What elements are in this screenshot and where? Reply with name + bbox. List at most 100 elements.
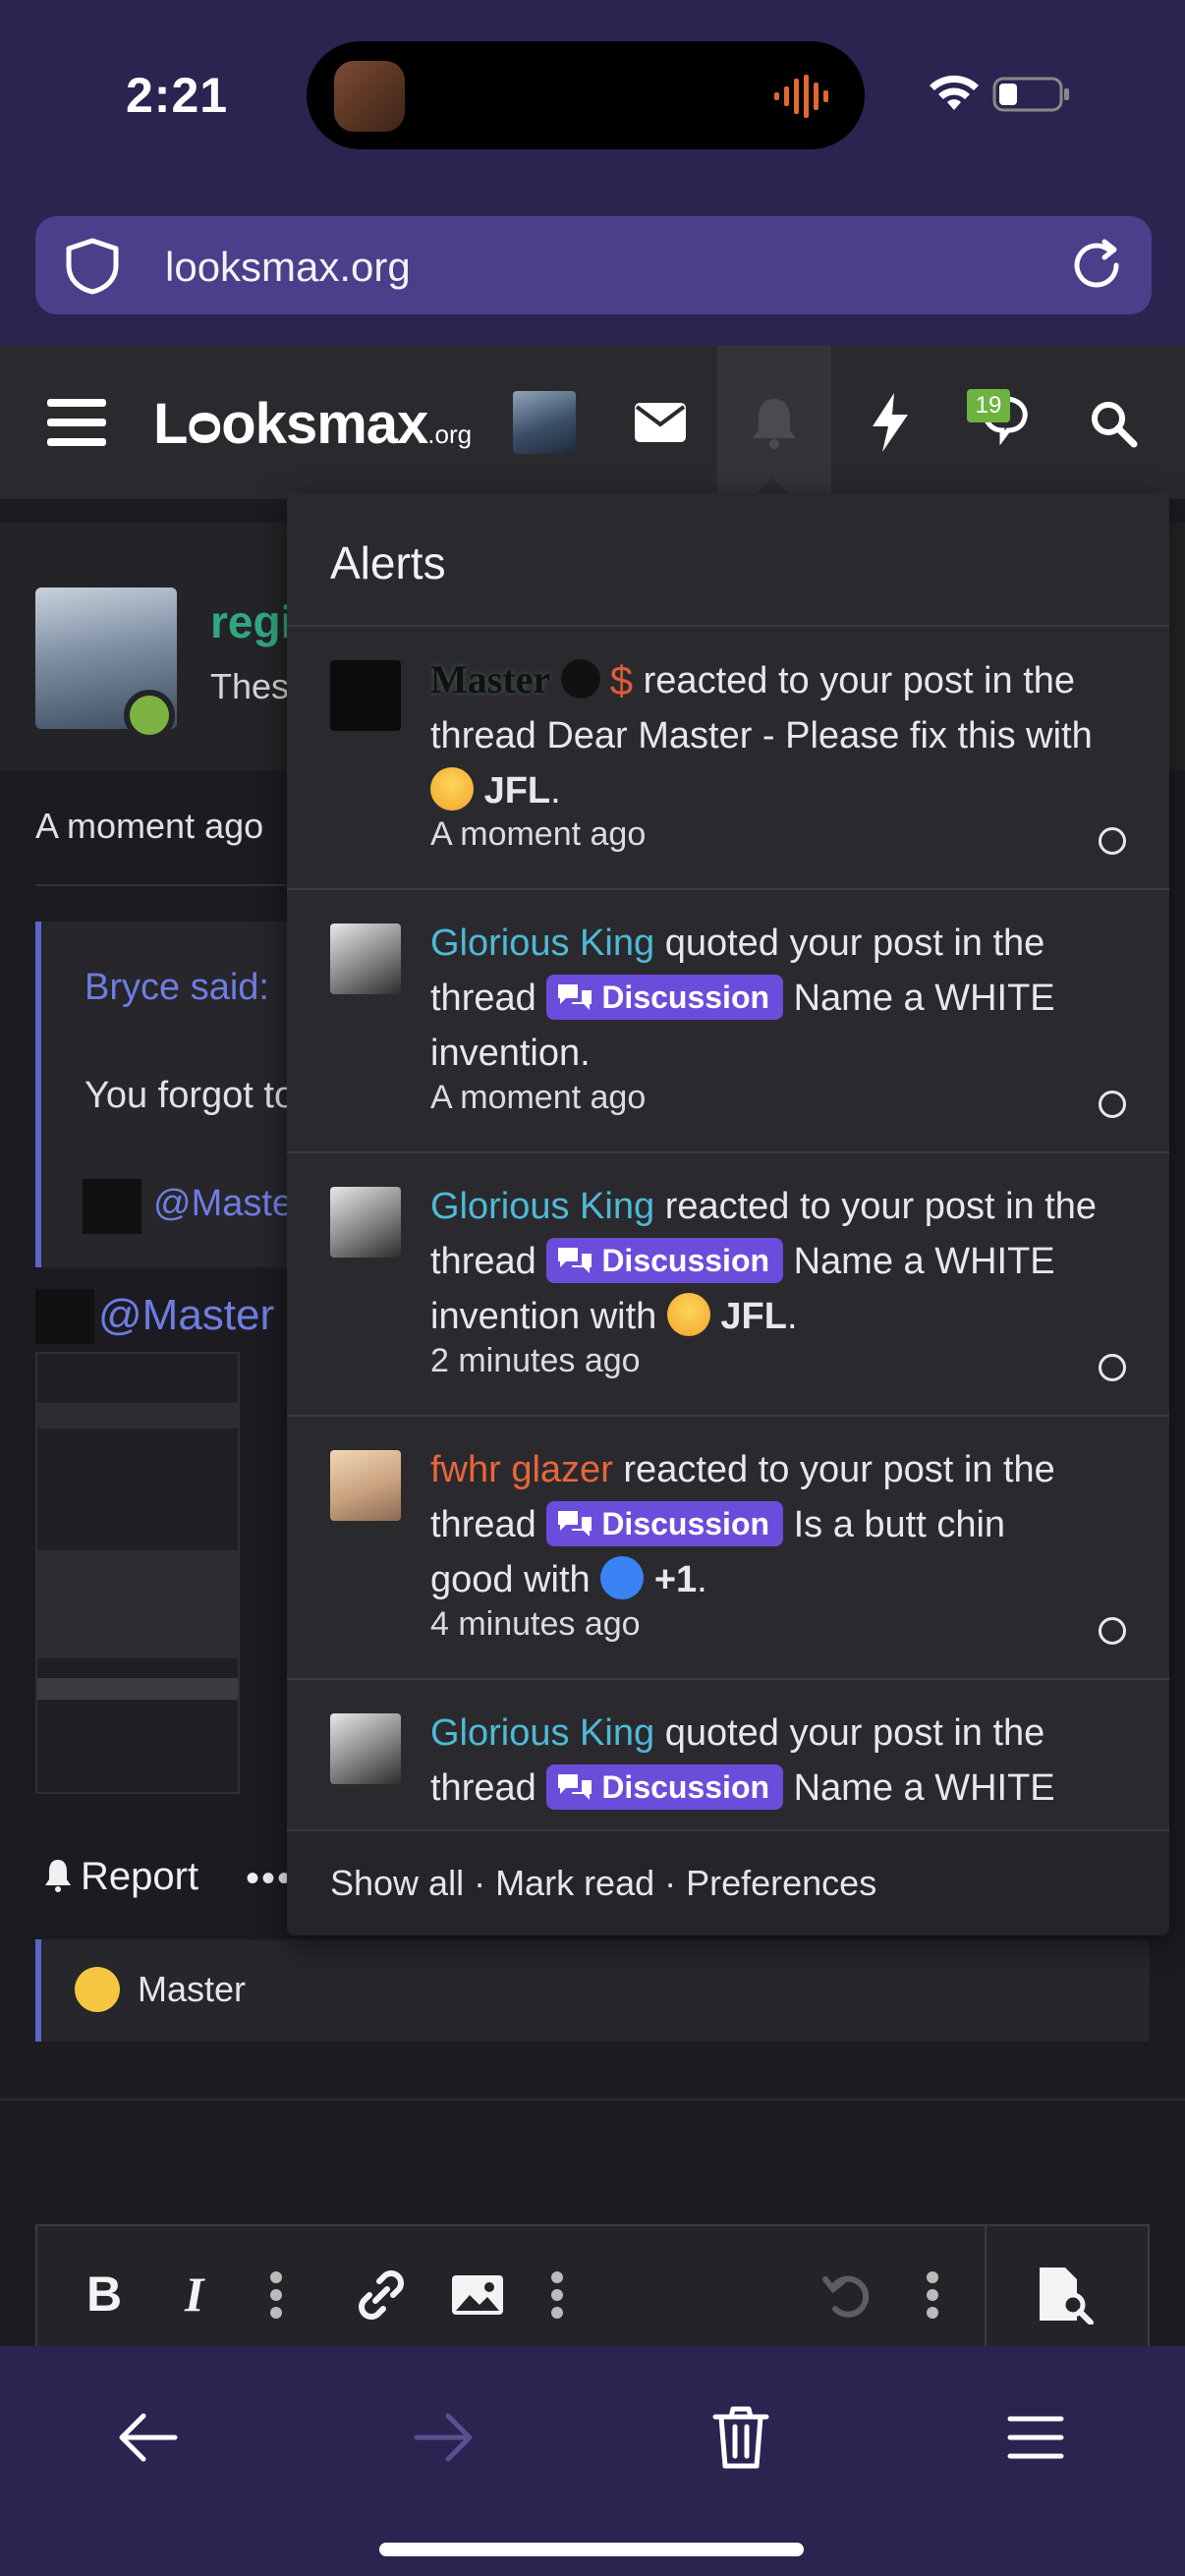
address-bar[interactable]: looksmax.org [35,216,1152,314]
mark-read-toggle[interactable] [1099,1091,1126,1118]
logo-text: Lᴑoksmax [153,392,428,456]
site-logo[interactable]: Lᴑoksmax.org [153,391,472,457]
mail-icon[interactable] [635,401,686,444]
forward-icon[interactable] [413,2411,474,2464]
alerts-footer-links[interactable]: Show all · Mark read · Preferences [330,1863,876,1904]
alert-text: fwhr glazer reacted to your post in the … [430,1449,1055,1600]
image-icon[interactable] [450,2266,505,2324]
online-indicator [124,690,175,741]
alert-time: 4 minutes ago [430,1605,641,1643]
battery-icon [992,77,1069,112]
more-options-button[interactable]: ••• [246,1857,293,1901]
alerts-footer: Show all · Mark read · Preferences [287,1829,1169,1935]
alert-text: Glorious King quoted your post in the th… [430,1706,1099,1816]
search-icon[interactable] [1089,399,1138,448]
report-button[interactable]: Report [43,1855,198,1899]
alert-reaction: JFL [483,770,551,812]
screenshot-editor [37,1550,238,1658]
url-text[interactable]: looksmax.org [165,244,411,291]
post-time[interactable]: A moment ago [35,806,263,847]
alert-item[interactable]: Master $ reacted to your post in the thr… [287,627,1169,890]
toolbar-separator [985,2226,987,2364]
alert-avatar[interactable] [330,1450,401,1521]
alert-text: Glorious King quoted your post in the th… [430,916,1099,1081]
browser-bottom-bar [0,2346,1185,2576]
reactions-bar[interactable]: Master [35,1939,1150,2042]
trash-icon[interactable] [711,2405,770,2470]
site-header: Lᴑoksmax.org 19 [0,346,1185,499]
bolt-icon[interactable] [869,393,912,452]
post-mention[interactable]: @Master [98,1291,274,1340]
alert-user[interactable]: Master [430,657,550,701]
chat-bubbles-icon [558,1511,592,1537]
chat-bubbles-icon [558,1774,592,1800]
chat-bubbles-icon [558,1248,592,1273]
tag-label: Discussion [601,1506,770,1541]
divider [0,2099,1185,2100]
quote-author[interactable]: Bryce said: [85,967,269,1009]
bell-icon [45,1860,71,1892]
preview-icon[interactable] [1036,2266,1095,2324]
chat-bubbles-icon [558,984,592,1010]
reaction-user[interactable]: Master [138,1969,246,2010]
alert-thread[interactable]: Dear Master - Please fix this [546,715,1015,756]
link-icon[interactable] [354,2266,409,2324]
alert-user[interactable]: Glorious King [430,923,654,964]
alert-avatar[interactable] [330,1187,401,1258]
alert-avatar[interactable] [330,1713,401,1784]
menu-icon[interactable] [1006,2413,1065,2462]
tag-label: Discussion [601,1769,770,1805]
account-avatar[interactable] [513,391,576,454]
alert-user[interactable]: Glorious King [430,1712,654,1754]
post-subtitle: Thes [210,666,290,706]
tag-label: Discussion [601,1243,770,1278]
quote-text: You forgot to [85,1075,296,1116]
discussion-tag: Discussion [546,1764,784,1810]
more-vert-icon[interactable] [550,2266,564,2324]
alert-item[interactable]: Glorious King quoted your post in the th… [287,890,1169,1153]
thumbs-up-icon [600,1556,645,1599]
alerts-title: Alerts [330,537,446,588]
shield-icon[interactable] [65,238,120,295]
audio-wave-icon [774,75,828,118]
alert-text: Glorious King reacted to your post in th… [430,1186,1098,1337]
alert-reaction: +1 [653,1559,698,1600]
more-vert-icon[interactable] [926,2266,939,2324]
undo-icon[interactable] [821,2266,873,2324]
home-indicator[interactable] [379,2543,804,2556]
alert-avatar[interactable] [330,660,401,731]
back-icon[interactable] [118,2411,179,2464]
more-vert-icon[interactable] [269,2266,283,2324]
mention-avatar [83,1179,141,1234]
hamburger-icon[interactable] [47,397,106,448]
alert-thread[interactable]: Name a WHITE [794,1767,1055,1809]
mark-read-toggle[interactable] [1099,1354,1126,1381]
laugh-emoji-icon [430,767,474,811]
attached-screenshot[interactable] [35,1352,240,1794]
alert-item[interactable]: fwhr glazer reacted to your post in the … [287,1417,1169,1680]
reload-icon[interactable] [1067,236,1126,295]
post-username[interactable]: regi [210,595,293,648]
alert-time: 2 minutes ago [430,1342,641,1379]
alerts-toggle[interactable] [717,346,831,499]
chat-badge: 19 [967,389,1010,422]
italic-button[interactable]: I [185,2266,203,2324]
screenshot-header [37,1403,238,1428]
report-label: Report [81,1855,199,1898]
alert-with: with [590,1296,657,1337]
discussion-tag: Discussion [546,975,784,1020]
alert-avatar[interactable] [330,924,401,994]
alert-user[interactable]: fwhr glazer [430,1449,613,1490]
mark-read-toggle[interactable] [1099,827,1126,855]
alert-time: A moment ago [430,815,647,853]
quote-mention[interactable]: @Master [153,1183,306,1225]
wifi-icon [930,75,979,110]
alert-user[interactable]: Glorious King [430,1186,654,1227]
mark-read-toggle[interactable] [1099,1617,1126,1645]
now-playing-avatar [334,61,405,132]
bell-icon[interactable] [749,395,800,450]
bold-button[interactable]: B [86,2266,122,2324]
alert-item[interactable]: Glorious King reacted to your post in th… [287,1153,1169,1417]
mention-avatar [35,1289,94,1344]
alert-with: with [1026,715,1093,756]
